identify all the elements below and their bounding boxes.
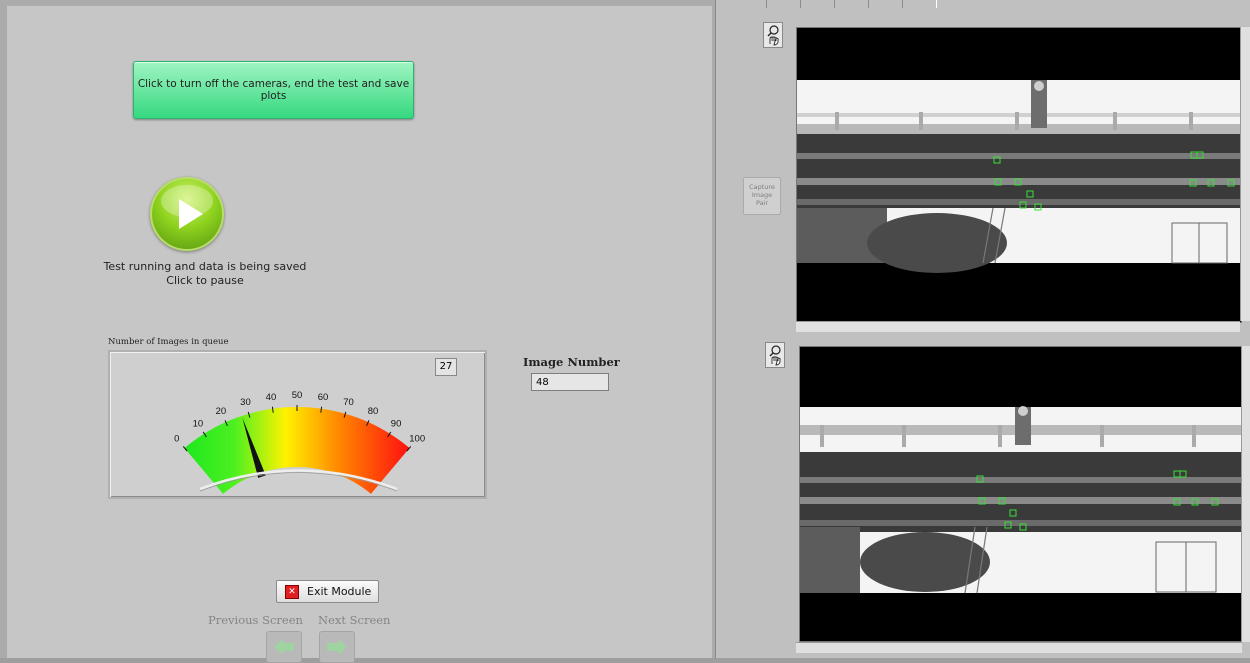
end-test-button[interactable]: Click to turn off the cameras, end the t… (133, 61, 414, 119)
queue-count: 27 (435, 358, 457, 376)
gauge-tick-label: 10 (193, 418, 204, 429)
arrow-right-icon (327, 639, 347, 655)
test-status: Test running and data is being saved Cli… (100, 260, 310, 288)
tab-4[interactable] (868, 0, 903, 8)
tab-1[interactable] (766, 0, 801, 8)
gauge-tick-label: 50 (292, 390, 303, 401)
gauge-tick-label: 20 (216, 406, 227, 417)
queue-gauge: 0 10 20 30 40 50 60 70 80 90 100 27 (108, 350, 487, 499)
gauge-tick-label: 80 (368, 406, 379, 417)
gauge-tick-label: 90 (391, 418, 402, 429)
image-number-field: 48 (531, 373, 609, 391)
zoom-hand-icon (767, 25, 779, 46)
horizontal-scrollbar-top[interactable] (796, 321, 1240, 332)
capture-image-pair-button[interactable]: Capture Image Pair (743, 177, 781, 215)
capture-line1: Capture (749, 183, 775, 191)
play-icon (161, 185, 213, 229)
test-status-line1: Test running and data is being saved (103, 260, 307, 273)
exit-module-button[interactable]: ✕ Exit Module (276, 580, 379, 603)
vertical-scrollbar-top[interactable] (1240, 27, 1250, 321)
tab-strip (766, 0, 937, 9)
vertical-scrollbar-bottom[interactable] (1241, 346, 1250, 642)
camera-image-right (800, 406, 1242, 594)
gauge-tick-label: 70 (343, 397, 354, 408)
tab-2[interactable] (800, 0, 835, 8)
gauge-tick-label: 40 (266, 392, 277, 403)
zoom-hand-icon (769, 345, 781, 366)
tab-5[interactable] (902, 0, 937, 8)
tab-3[interactable] (834, 0, 869, 8)
queue-label: Number of Images in queue (108, 337, 229, 347)
gauge-dial: 0 10 20 30 40 50 60 70 80 90 100 (174, 390, 425, 494)
gauge-tick-label: 100 (409, 434, 425, 445)
zoom-tool-top[interactable] (763, 22, 783, 48)
horizontal-scrollbar-bottom[interactable] (796, 642, 1242, 653)
camera-image-left (797, 80, 1241, 273)
previous-screen-label: Previous Screen (208, 613, 303, 627)
exit-module-label: Exit Module (307, 585, 372, 598)
gauge-tick-label: 0 (174, 434, 179, 445)
next-screen-label: Next Screen (318, 613, 391, 627)
camera-view-left[interactable] (796, 27, 1242, 323)
capture-line3: Pair (755, 199, 769, 207)
end-test-button-label: Click to turn off the cameras, end the t… (137, 78, 410, 102)
gauge-tick-label: 60 (318, 392, 329, 403)
capture-line2: Image (751, 191, 773, 199)
test-status-line2: Click to pause (166, 274, 244, 287)
next-screen-button[interactable] (319, 631, 355, 663)
arrow-left-icon (274, 639, 294, 655)
camera-view-right[interactable] (799, 346, 1243, 642)
gauge-tick-label: 30 (240, 397, 251, 408)
previous-screen-button[interactable] (266, 631, 302, 663)
play-pause-button[interactable] (150, 177, 224, 251)
zoom-tool-bottom[interactable] (765, 342, 785, 368)
image-number-label: Image Number (523, 355, 620, 369)
close-icon: ✕ (285, 584, 299, 599)
